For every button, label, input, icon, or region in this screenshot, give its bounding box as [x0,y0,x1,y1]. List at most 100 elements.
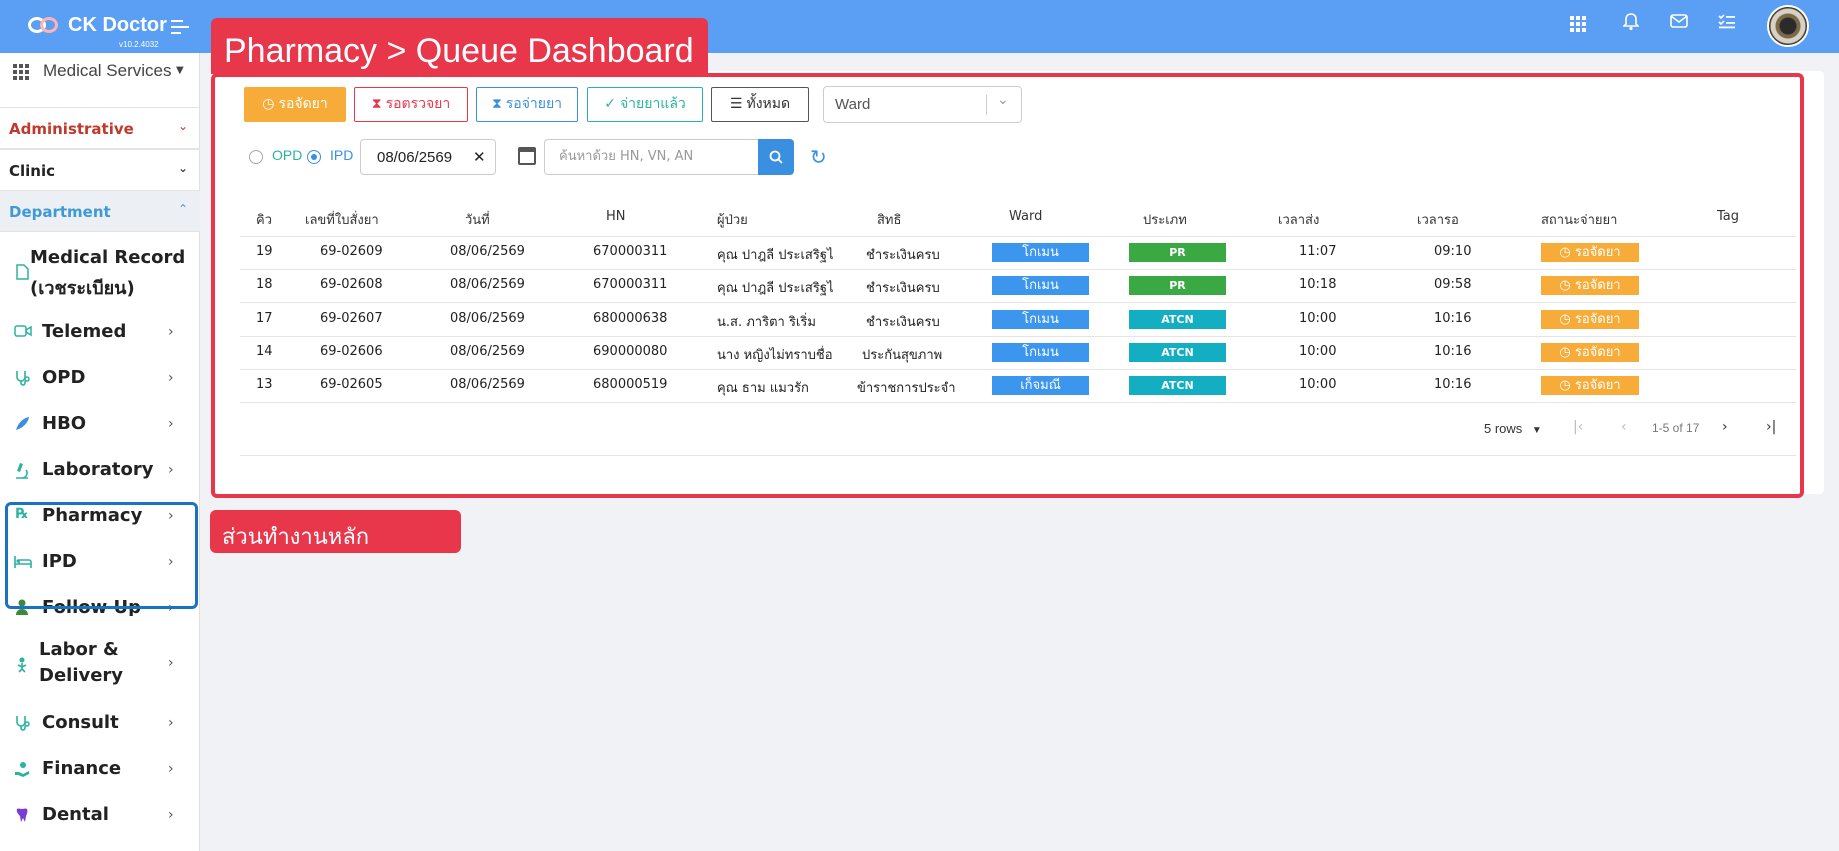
module-selector[interactable]: Medical Services ▼ [0,53,200,87]
clear-date-icon[interactable]: ✕ [473,148,486,166]
mail-icon[interactable] [1668,13,1690,35]
sidebar-item-finance[interactable]: Finance › [0,751,200,791]
next-page-icon[interactable]: › [1722,419,1728,435]
column-header-rx-number[interactable]: เลขที่ใบสั่งยา [305,209,379,230]
chevron-down-icon: ⌄ [997,92,1009,108]
baby-icon [14,657,30,673]
first-page-icon[interactable]: |‹ [1573,419,1583,435]
column-header-ward[interactable]: Ward [1009,209,1042,224]
sidebar-item-dental[interactable]: Dental › [0,797,200,837]
status-label: รอจัดยา [1574,245,1621,260]
search-input[interactable]: ค้นหาด้วย HN, VN, AN [544,139,759,175]
apps-icon[interactable] [1567,15,1589,37]
video-icon [14,324,32,340]
clock-icon: ◷ [1559,278,1575,293]
table-divider [240,236,1796,237]
cell-hn: 670000311 [593,277,668,292]
status-label: รอจัดยา [1574,345,1621,360]
status-badge: ◷ รอจัดยา [1541,310,1639,329]
previous-page-icon[interactable]: ‹ [1621,419,1627,435]
cell-date: 08/06/2569 [450,344,525,359]
column-header-date[interactable]: วันที่ [465,209,490,230]
column-header-tag[interactable]: Tag [1717,209,1739,224]
search-button[interactable] [758,139,794,175]
column-header-queue[interactable]: คิว [256,209,272,230]
column-header-patient[interactable]: ผู้ป่วย [717,209,748,230]
cell-hn: 680000638 [593,311,668,326]
cell-date: 08/06/2569 [450,277,525,292]
type-badge: ATCN [1129,376,1226,395]
last-page-icon[interactable]: ›| [1766,419,1776,435]
calendar-icon[interactable] [518,147,536,165]
column-header-wait-time[interactable]: เวลารอ [1417,209,1459,230]
chevron-right-icon: › [168,807,174,823]
clock-icon: ◷ [1559,378,1575,393]
filter-waiting-dispense-button[interactable]: ⧗ รอจ่ายยา [476,87,578,122]
sidebar-item-laboratory[interactable]: Laboratory › [0,452,200,492]
opd-radio[interactable] [249,150,263,164]
cell-sent-time: 10:00 [1299,311,1337,326]
ipd-radio-label[interactable]: IPD [330,147,353,163]
date-field[interactable]: 08/06/2569 ✕ [360,139,496,175]
sidebar-item-telemed[interactable]: Telemed › [0,314,200,354]
cell-queue: 19 [256,244,273,259]
opd-radio-label[interactable]: OPD [272,147,302,163]
hourglass-icon: ⧗ [491,96,502,112]
sidebar-item-medical-record[interactable]: Medical Record (เวชระเบียน) [0,243,200,299]
brand[interactable]: CK Doctor [28,12,167,38]
filter-waiting-prepare-button[interactable]: ◷ รอจัดยา [244,87,346,122]
cell-patient: คุณ ธาม แมวรัก [717,381,809,396]
rows-per-page-label: 5 rows [1484,421,1523,436]
ipd-radio[interactable] [307,150,321,164]
cell-right: ชำระเงินครบ [866,248,940,263]
ward-select[interactable]: Ward ⌄ [823,86,1022,123]
cell-right: ข้าราชการประจำ [857,381,956,396]
refresh-icon[interactable]: ↻ [810,145,827,169]
check-icon: ✓ [604,96,616,112]
filter-dispensed-button[interactable]: ✓ จ่ายยาแล้ว [587,87,703,122]
chevron-right-icon: › [168,416,174,432]
column-header-type[interactable]: ประเภท [1143,209,1187,230]
ward-badge: โกเมน [992,243,1089,262]
ward-badge: โกเมน [992,276,1089,295]
table-divider [240,302,1796,303]
chevron-up-icon: ⌃ [178,202,189,216]
type-badge: ATCN [1129,310,1226,329]
sidebar-item-opd[interactable]: OPD › [0,360,200,400]
chevron-right-icon: › [168,324,174,340]
sidebar-item-consult[interactable]: Consult › [0,705,200,745]
bell-icon[interactable] [1620,13,1642,35]
ward-badge: โกเมน [992,343,1089,362]
cell-sent-time: 10:00 [1299,344,1337,359]
cell-rx-number: 69-02609 [320,244,383,259]
cell-right: ชำระเงินครบ [866,315,940,330]
cell-wait-time: 10:16 [1434,311,1472,326]
cell-right: ประกันสุขภาพ [862,348,943,363]
section-department[interactable]: Department ⌃ [0,190,200,232]
sidebar-item-label: OPD [42,367,86,388]
type-badge: PR [1129,276,1226,295]
cell-wait-time: 09:58 [1434,277,1472,292]
tasks-icon[interactable] [1716,13,1738,35]
cell-rx-number: 69-02608 [320,277,383,292]
sidebar-item-hbo[interactable]: HBO › [0,406,200,446]
section-administrative[interactable]: Administrative ⌄ [0,107,200,149]
column-header-status[interactable]: สถานะจ่ายยา [1541,209,1617,230]
cell-rx-number: 69-02605 [320,377,383,392]
column-header-sent-time[interactable]: เวลาส่ง [1278,209,1319,230]
filter-waiting-check-button[interactable]: ⧗ รอตรวจยา [354,87,468,122]
avatar[interactable] [1767,5,1809,47]
document-icon [14,264,30,280]
rows-per-page-select[interactable]: 5 rows ▼ [1484,421,1542,436]
column-header-hn[interactable]: HN [606,209,626,224]
cell-wait-time: 10:16 [1434,344,1472,359]
menu-toggle-icon[interactable] [171,20,189,34]
status-badge: ◷ รอจัดยา [1541,276,1639,295]
sidebar-item-labor-delivery[interactable]: Labor & Delivery › [0,635,200,691]
chevron-right-icon: › [168,715,174,731]
sidebar-item-sublabel: Delivery [39,665,124,686]
section-clinic[interactable]: Clinic ⌄ [0,149,200,191]
filter-all-button[interactable]: ☰ ทั้งหมด [711,87,809,122]
cell-wait-time: 10:16 [1434,377,1472,392]
column-header-right[interactable]: สิทธิ [877,209,901,230]
